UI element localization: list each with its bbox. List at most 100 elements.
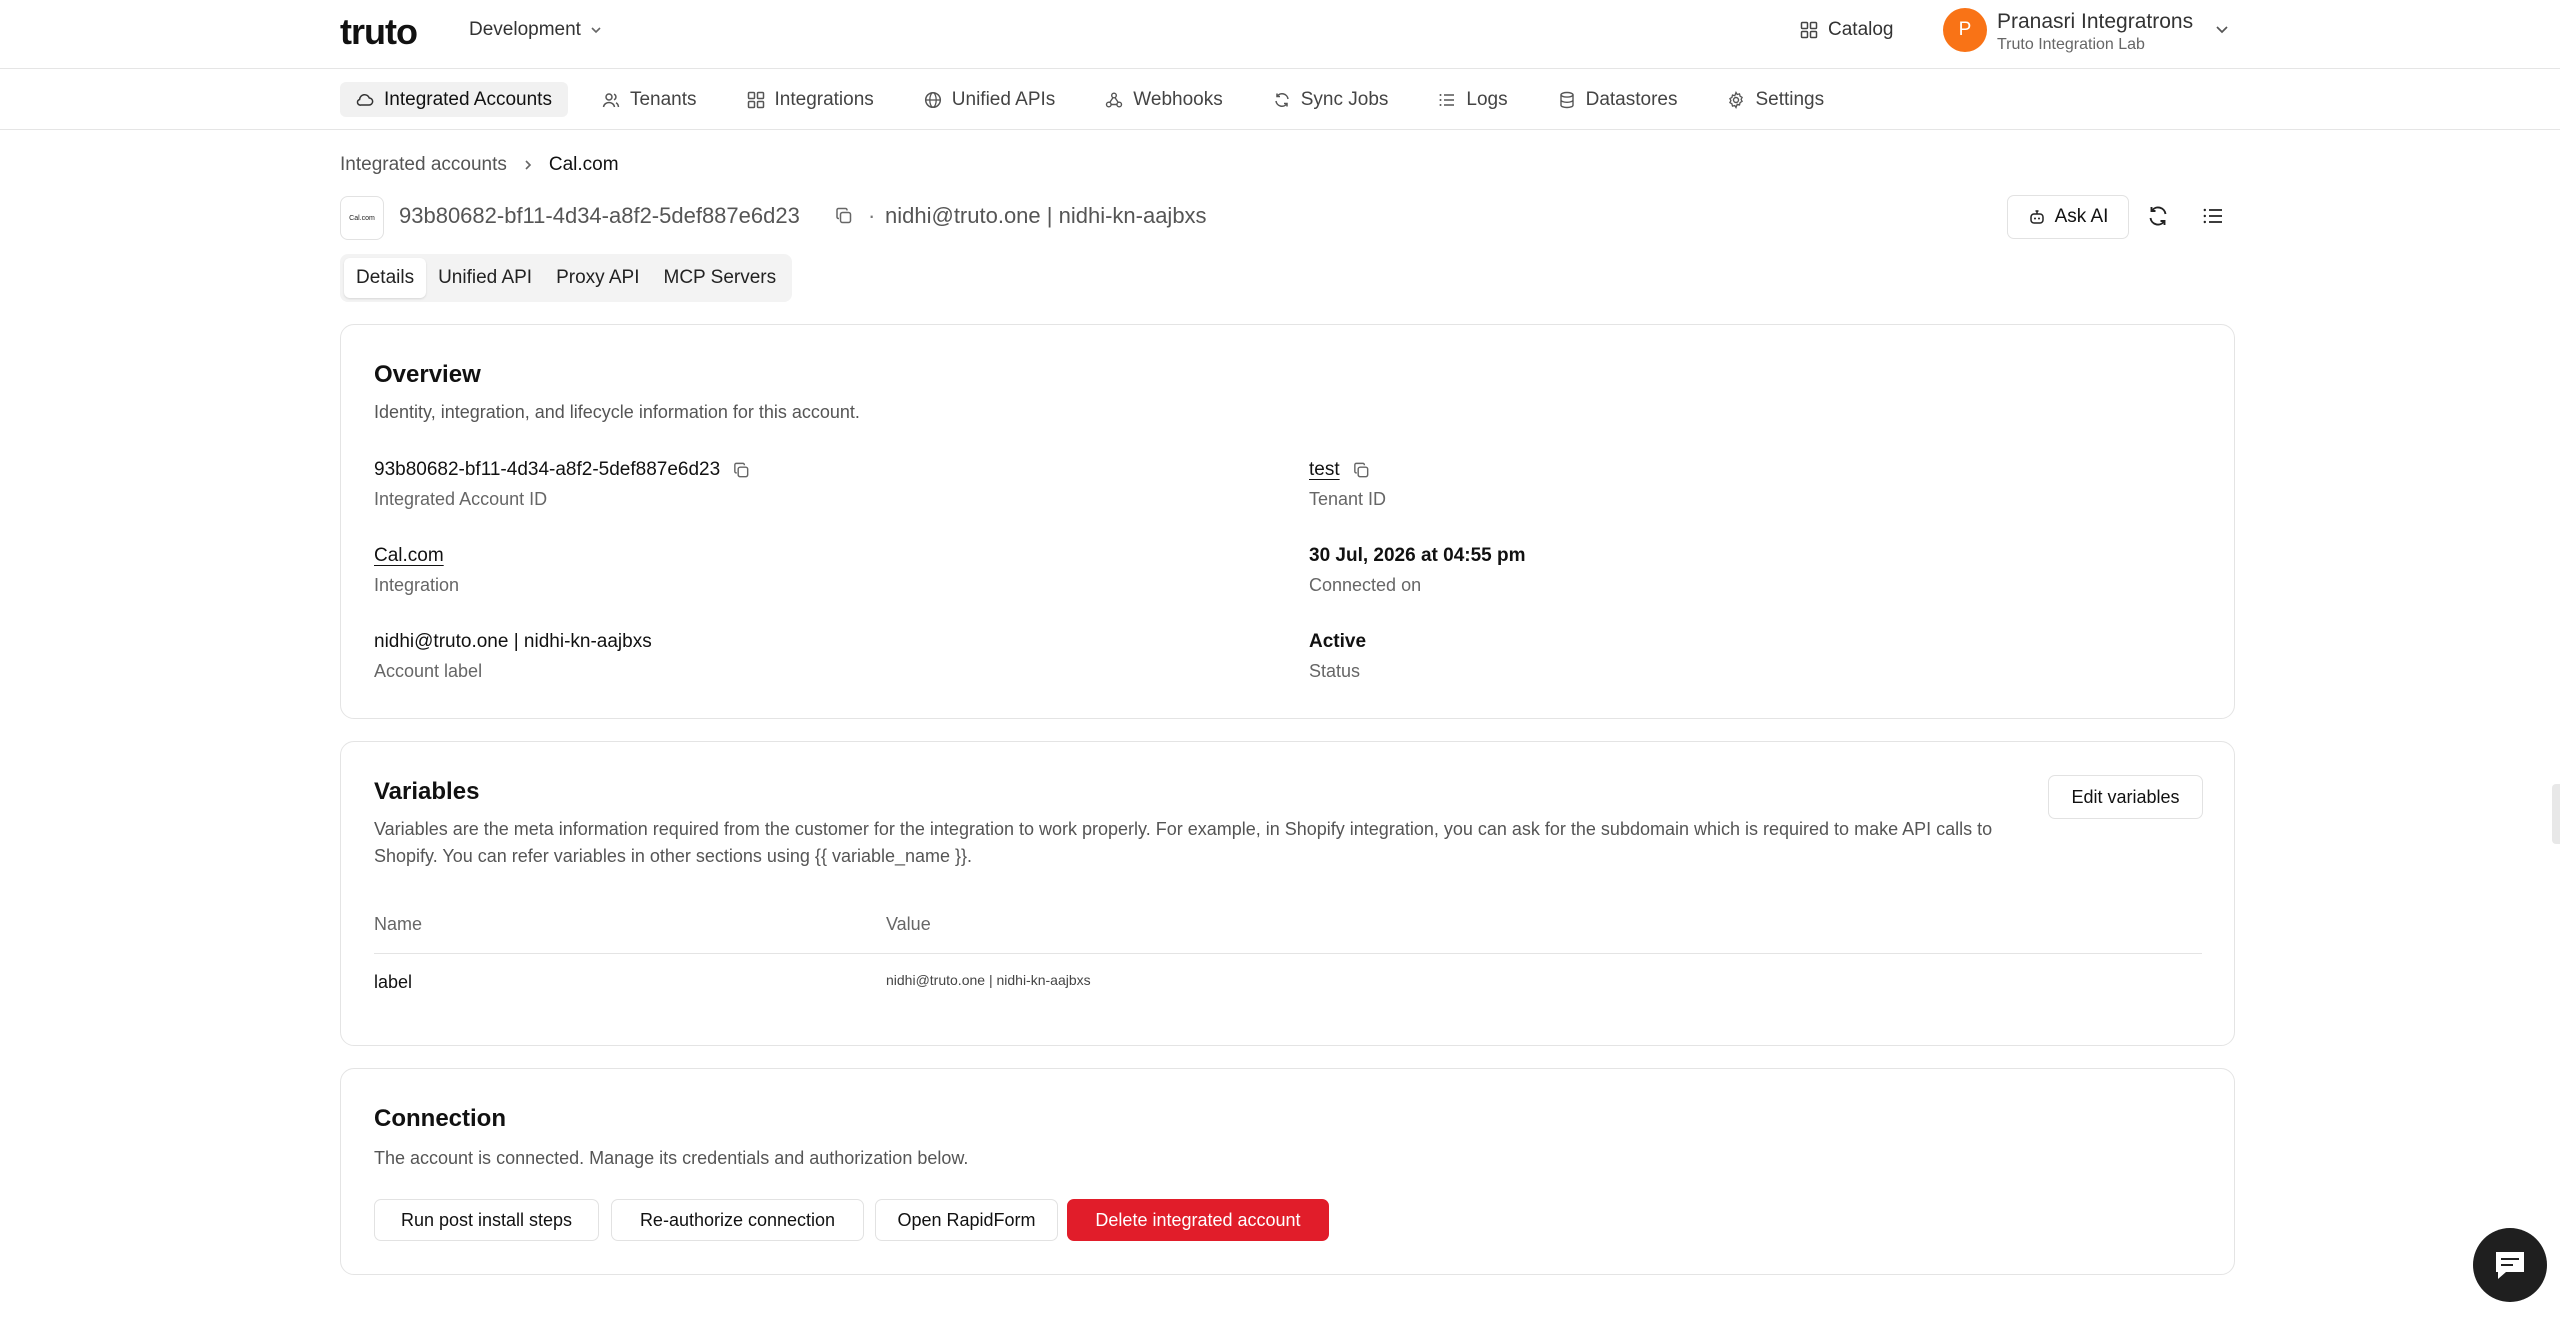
header-separator: ·	[868, 203, 876, 228]
main-nav: Integrated Accounts Tenants Integrations…	[0, 69, 2560, 130]
nav-item-label: Settings	[1755, 88, 1825, 110]
nav-item-label: Unified APIs	[951, 88, 1056, 110]
copy-icon[interactable]	[732, 461, 751, 480]
list-view-icon[interactable]	[2201, 204, 2225, 228]
nav-item-logs[interactable]: Logs	[1422, 82, 1523, 117]
column-header-value: Value	[886, 914, 931, 934]
integration-logo-text: Cal.com	[349, 214, 375, 222]
table-divider	[374, 953, 2202, 954]
ask-ai-label: Ask AI	[2054, 206, 2109, 227]
top-bar: truto Development Catalog P Pranasri Int…	[0, 0, 2560, 69]
grid-icon	[1800, 21, 1818, 39]
variables-card: Variables Variables are the meta informa…	[340, 741, 2235, 1046]
overview-title: Overview	[374, 361, 481, 388]
ask-ai-button[interactable]: Ask AI	[2007, 195, 2129, 239]
run-post-install-button[interactable]: Run post install steps	[374, 1199, 599, 1241]
chevron-right-icon	[521, 158, 535, 172]
overview-description: Identity, integration, and lifecycle inf…	[374, 402, 860, 422]
nav-item-label: Integrations	[774, 88, 874, 110]
variable-name-cell: label	[374, 972, 413, 992]
nav-item-label: Sync Jobs	[1300, 88, 1389, 110]
refresh-icon[interactable]	[2146, 204, 2170, 228]
gear-icon	[1727, 90, 1745, 109]
user-name: Pranasri Integratrons	[1997, 10, 2194, 33]
sync-icon	[1273, 91, 1291, 109]
connected-on-value: 30 Jul, 2026 at 04:55 pm	[1309, 545, 1526, 566]
tab-details[interactable]: Details	[344, 258, 427, 298]
nav-item-label: Logs	[1466, 88, 1508, 110]
integration-label: Integration	[374, 575, 460, 595]
tab-mcp-servers[interactable]: MCP Servers	[652, 258, 789, 298]
connected-on-label: Connected on	[1309, 575, 1422, 595]
connection-card: Connection The account is connected. Man…	[340, 1068, 2235, 1275]
tenant-id-label: Tenant ID	[1309, 489, 1387, 509]
nav-item-integrated-accounts[interactable]: Integrated Accounts	[340, 82, 568, 117]
delete-account-button[interactable]: Delete integrated account	[1067, 1199, 1329, 1241]
status-label: Status	[1309, 661, 1361, 681]
feedback-edge-tab[interactable]	[2552, 784, 2560, 844]
edit-variables-button[interactable]: Edit variables	[2048, 775, 2203, 819]
logo-text: truto	[340, 11, 418, 52]
cloud-icon	[356, 91, 374, 109]
grid-icon	[747, 91, 765, 109]
sparkle-bot-icon	[2028, 208, 2046, 226]
chat-support-button[interactable]	[2473, 1228, 2547, 1302]
breadcrumb-current: Cal.com	[548, 154, 619, 175]
catalog-button[interactable]: Catalog	[1800, 19, 1894, 41]
nav-item-integrations[interactable]: Integrations	[731, 82, 890, 117]
breadcrumb: Integrated accounts Cal.com	[340, 154, 619, 176]
breadcrumb-parent-link[interactable]: Integrated accounts	[340, 154, 507, 176]
overview-card: Overview Identity, integration, and life…	[340, 324, 2235, 719]
connection-description: The account is connected. Manage its cre…	[374, 1148, 969, 1168]
copy-icon[interactable]	[834, 206, 854, 226]
environment-label: Development	[469, 19, 581, 40]
tenant-id-value: test	[1309, 459, 1371, 481]
nav-item-settings[interactable]: Settings	[1711, 82, 1840, 117]
chevron-down-icon	[589, 23, 603, 37]
catalog-label: Catalog	[1828, 19, 1894, 40]
open-rapidform-button[interactable]: Open RapidForm	[875, 1199, 1058, 1241]
variables-description: Variables are the meta information requi…	[374, 819, 1993, 866]
integration-value: Cal.com	[374, 545, 444, 567]
user-menu[interactable]: Pranasri Integratrons Truto Integration …	[1997, 9, 2193, 55]
integration-link[interactable]: Cal.com	[374, 545, 444, 567]
nav-item-webhooks[interactable]: Webhooks	[1089, 82, 1238, 117]
copy-icon[interactable]	[1352, 461, 1371, 480]
tab-unified-api[interactable]: Unified API	[426, 258, 544, 298]
user-org: Truto Integration Lab	[1997, 36, 2145, 53]
nav-item-unified-apis[interactable]: Unified APIs	[908, 82, 1072, 117]
detail-tabs: Details Unified API Proxy API MCP Server…	[340, 254, 793, 302]
nav-item-datastores[interactable]: Datastores	[1542, 82, 1694, 117]
list-icon	[1438, 91, 1456, 109]
nav-item-label: Tenants	[629, 88, 697, 110]
webhook-icon	[1105, 91, 1123, 109]
integration-logo: Cal.com	[340, 196, 384, 240]
chat-icon	[2492, 1248, 2528, 1282]
environment-selector[interactable]: Development	[469, 19, 603, 41]
account-id-heading: 93b80682-bf11-4d34-a8f2-5def887e6d23	[399, 203, 800, 228]
nav-item-tenants[interactable]: Tenants	[586, 82, 713, 117]
avatar[interactable]: P	[1943, 8, 1987, 52]
database-icon	[1558, 91, 1576, 109]
globe-icon	[924, 91, 942, 109]
tenant-id-link[interactable]: test	[1309, 459, 1340, 481]
users-icon	[602, 91, 620, 109]
tab-proxy-api[interactable]: Proxy API	[544, 258, 651, 298]
account-label-heading: nidhi@truto.one | nidhi-kn-aajbxs	[885, 203, 1207, 228]
account-id-value: 93b80682-bf11-4d34-a8f2-5def887e6d23	[374, 459, 751, 481]
truto-logo[interactable]: truto	[340, 11, 418, 52]
variables-title: Variables	[374, 778, 480, 805]
reauthorize-button[interactable]: Re-authorize connection	[611, 1199, 864, 1241]
variable-value-cell: nidhi@truto.one | nidhi-kn-aajbxs	[886, 972, 1091, 988]
account-id-label: Integrated Account ID	[374, 489, 548, 509]
chevron-down-icon[interactable]	[2214, 21, 2230, 37]
account-label-label: Account label	[374, 661, 483, 681]
status-value: Active	[1309, 631, 1367, 652]
account-label-value: nidhi@truto.one | nidhi-kn-aajbxs	[374, 631, 652, 652]
connection-title: Connection	[374, 1105, 506, 1132]
account-id-text: 93b80682-bf11-4d34-a8f2-5def887e6d23	[374, 459, 721, 480]
nav-item-label: Webhooks	[1133, 88, 1223, 110]
column-header-name: Name	[374, 914, 423, 934]
nav-item-label: Datastores	[1585, 88, 1678, 110]
nav-item-sync-jobs[interactable]: Sync Jobs	[1257, 82, 1405, 117]
